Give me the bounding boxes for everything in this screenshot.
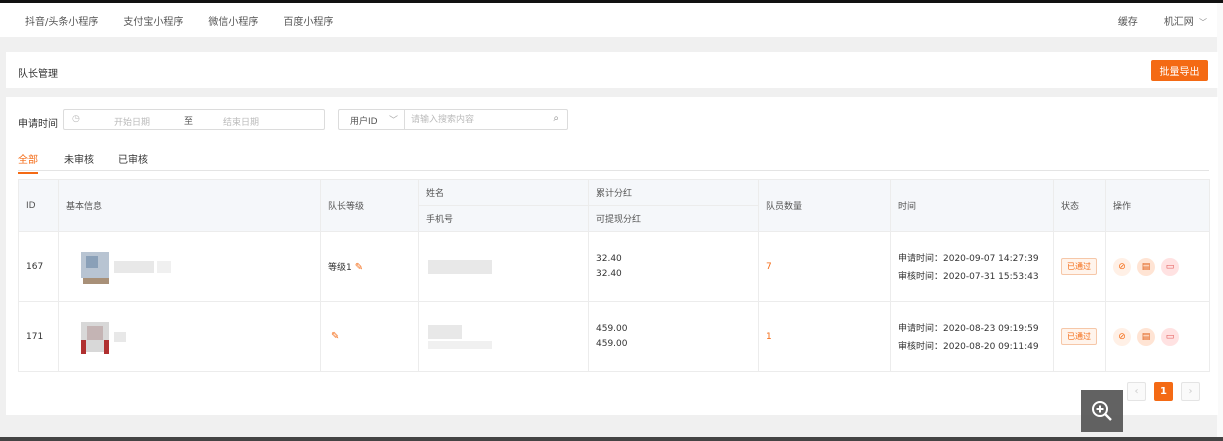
col-members: 队员数量 <box>758 179 891 232</box>
apply-time: 申请时间：2020-08-23 09:19:59 <box>898 324 1039 334</box>
edit-pencil-icon[interactable]: ✎ <box>355 262 363 273</box>
zoom-in-icon[interactable] <box>1081 390 1123 432</box>
ban-icon[interactable]: ⊘ <box>1113 257 1131 276</box>
next-page-button[interactable]: › <box>1181 382 1200 401</box>
account-menu[interactable]: 机汇网 ﹀ <box>1164 13 1207 28</box>
nav-tab-alipay[interactable]: 支付宝小程序 <box>123 13 183 28</box>
chevron-down-icon: ﹀ <box>1199 17 1207 27</box>
row-status: 已通过 <box>1053 231 1106 302</box>
row-level: 等级1 ✎ <box>320 231 419 302</box>
avatar <box>78 318 111 356</box>
nav-tab-douyin[interactable]: 抖音/头条小程序 <box>25 13 98 28</box>
status-badge: 已通过 <box>1061 328 1097 345</box>
nav-tab-wechat[interactable]: 微信小程序 <box>208 13 258 28</box>
status-badge: 已通过 <box>1061 258 1097 275</box>
col-name: 姓名 <box>418 179 589 206</box>
page-1-button[interactable]: 1 <box>1154 382 1173 401</box>
withdrawable-dividend: 32.40 <box>596 269 622 279</box>
captain-table: ID 基本信息 队长等级 姓名 累计分红 队员数量 时间 状态 操作 手机号 可… <box>18 179 1210 372</box>
row-id: 167 <box>18 231 59 302</box>
account-name: 机汇网 <box>1163 16 1194 28</box>
col-info: 基本信息 <box>58 179 321 232</box>
table-row: 167 等级1 ✎ 32.40 32.40 7 申请时间：2020-09-07 … <box>18 231 1210 302</box>
col-id: ID <box>18 179 59 232</box>
member-count-link[interactable]: 7 <box>766 262 772 272</box>
col-total: 累计分红 <box>588 179 759 206</box>
row-id: 171 <box>18 301 59 372</box>
nickname-redacted <box>113 260 154 273</box>
nav-right: 缓存 机汇网 ﹀ <box>1118 3 1223 37</box>
col-withdrawable: 可提现分红 <box>588 205 759 232</box>
end-date-input[interactable]: 结束日期 <box>223 115 259 128</box>
status-tabs: 全部 未审核 已审核 <box>18 151 1209 174</box>
date-separator: 至 <box>184 117 194 127</box>
window-bottom-edge <box>0 437 1223 441</box>
col-ops: 操作 <box>1105 179 1210 232</box>
search-input[interactable] <box>411 112 541 127</box>
batch-export-button[interactable]: 批量导出 <box>1151 60 1208 81</box>
row-ops: ⊘ ▤ ▭ <box>1105 231 1210 302</box>
row-time: 申请时间：2020-08-23 09:19:59 审核时间：2020-08-20… <box>890 301 1054 372</box>
search-group: 用户ID ﹀ ⌕ <box>338 109 568 130</box>
row-members: 1 <box>758 301 891 372</box>
search-field-select[interactable]: 用户ID ﹀ <box>339 110 405 129</box>
row-info <box>58 231 321 302</box>
row-name-phone <box>418 231 589 302</box>
page-title: 队长管理 <box>18 69 58 80</box>
document-icon[interactable]: ▤ <box>1137 327 1155 346</box>
document-icon[interactable]: ▤ <box>1137 257 1155 276</box>
start-date-input[interactable]: 开始日期 <box>114 115 150 128</box>
table-row: 171 ✎ 459.00 459.00 1 申请时间：2020-08-23 09… <box>18 301 1210 372</box>
search-icon[interactable]: ⌕ <box>553 113 559 124</box>
review-time: 审核时间：2020-08-20 09:11:49 <box>898 342 1039 352</box>
row-dividends: 32.40 32.40 <box>588 231 759 302</box>
avatar <box>78 248 111 286</box>
ban-icon[interactable]: ⊘ <box>1113 327 1131 346</box>
row-ops: ⊘ ▤ ▭ <box>1105 301 1210 372</box>
tab-reviewed[interactable]: 已审核 <box>118 151 148 172</box>
row-name-phone <box>418 301 589 372</box>
cache-link[interactable]: 缓存 <box>1118 13 1138 28</box>
member-count-link[interactable]: 1 <box>766 332 772 342</box>
phone-redacted <box>428 340 492 349</box>
chevron-down-icon: ﹀ <box>389 116 399 126</box>
page-header: 队长管理 批量导出 <box>6 52 1218 88</box>
tab-unreviewed[interactable]: 未审核 <box>64 151 94 172</box>
row-level: ✎ <box>320 301 419 372</box>
pagination: ‹ 1 › <box>1127 382 1200 401</box>
tab-all[interactable]: 全部 <box>18 151 38 174</box>
name-redacted <box>428 259 492 274</box>
top-nav: 抖音/头条小程序 支付宝小程序 微信小程序 百度小程序 缓存 机汇网 ﹀ <box>0 3 1223 37</box>
review-time: 审核时间：2020-07-31 15:53:43 <box>898 272 1039 282</box>
search-field-value: 用户ID <box>350 117 378 127</box>
row-dividends: 459.00 459.00 <box>588 301 759 372</box>
total-dividend: 459.00 <box>596 324 628 334</box>
main-panel: 申请时间 ◷ 开始日期 至 结束日期 用户ID ﹀ ⌕ 全部 未审核 已审核 I… <box>6 97 1218 415</box>
message-icon[interactable]: ▭ <box>1161 257 1179 276</box>
date-range-picker[interactable]: ◷ 开始日期 至 结束日期 <box>63 109 325 130</box>
message-icon[interactable]: ▭ <box>1161 327 1179 346</box>
level-text: 等级1 <box>328 263 352 273</box>
col-status: 状态 <box>1053 179 1106 232</box>
name-redacted <box>428 324 462 339</box>
col-phone: 手机号 <box>418 205 589 232</box>
clock-icon: ◷ <box>72 114 80 124</box>
apply-time-label: 申请时间 <box>18 119 58 130</box>
col-level: 队长等级 <box>320 179 419 232</box>
edit-pencil-icon[interactable]: ✎ <box>331 331 339 342</box>
row-info <box>58 301 321 372</box>
row-status: 已通过 <box>1053 301 1106 372</box>
nav-tab-baidu[interactable]: 百度小程序 <box>283 13 333 28</box>
nickname-redacted <box>113 331 126 342</box>
prev-page-button[interactable]: ‹ <box>1127 382 1146 401</box>
total-dividend: 32.40 <box>596 254 622 264</box>
nickname-redacted <box>156 260 171 273</box>
row-time: 申请时间：2020-09-07 14:27:39 审核时间：2020-07-31… <box>890 231 1054 302</box>
row-members: 7 <box>758 231 891 302</box>
withdrawable-dividend: 459.00 <box>596 339 628 349</box>
apply-time: 申请时间：2020-09-07 14:27:39 <box>898 254 1039 264</box>
col-time: 时间 <box>890 179 1054 232</box>
